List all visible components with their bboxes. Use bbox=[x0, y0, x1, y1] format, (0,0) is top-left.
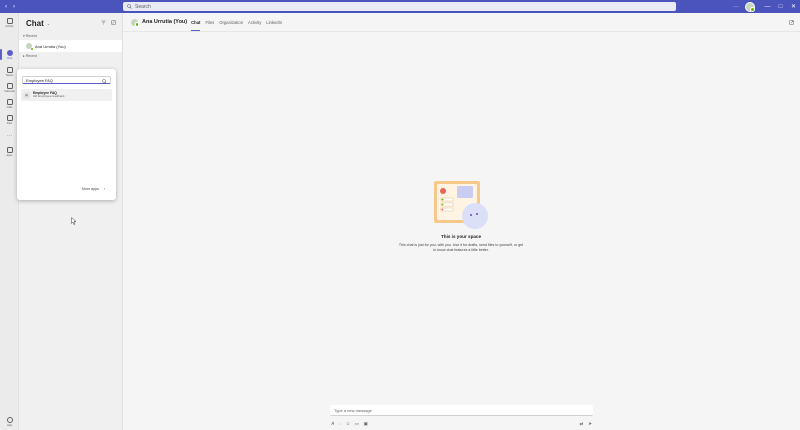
empty-state-title: This is your space bbox=[440, 234, 482, 239]
message-compose-input[interactable]: Type a new message bbox=[330, 405, 593, 416]
more-apps-icon: ··· bbox=[7, 132, 12, 139]
search-icon bbox=[127, 4, 132, 9]
section-recent[interactable]: ▾ Recent bbox=[19, 33, 122, 39]
app-search-input[interactable]: Employee FAQ bbox=[22, 76, 111, 84]
forward-button[interactable]: › bbox=[13, 4, 15, 10]
title-bar: ‹ › Search ··· — □ ✕ bbox=[0, 0, 800, 13]
compose-placeholder: Type a new message bbox=[334, 407, 372, 413]
loop-icon[interactable]: ⇄ bbox=[579, 421, 583, 427]
mouse-cursor-icon bbox=[71, 217, 76, 225]
attach-icon[interactable]: ◌ bbox=[339, 421, 342, 427]
bell-icon bbox=[6, 17, 13, 24]
chat-name: Ana Urrutia (You) bbox=[35, 43, 66, 49]
rail-label: Files bbox=[6, 121, 13, 125]
nav-buttons: ‹ › bbox=[0, 4, 122, 10]
popout-icon[interactable] bbox=[789, 20, 794, 25]
rail-label: Apps bbox=[6, 153, 13, 157]
main-chat-area: Ana Urrutia (You) Chat Files Organizatio… bbox=[123, 13, 800, 430]
apps-grid-icon bbox=[6, 146, 13, 153]
send-icon[interactable]: ➤ bbox=[588, 421, 592, 427]
space-illustration bbox=[434, 181, 488, 229]
chat-header: Ana Urrutia (You) Chat Files Organizatio… bbox=[123, 13, 800, 32]
chevron-down-icon[interactable]: ⌄ bbox=[47, 21, 50, 26]
teams-icon bbox=[6, 66, 13, 73]
chat-title: Chat bbox=[26, 18, 44, 28]
section-label: Recent bbox=[25, 34, 37, 38]
more-options-button[interactable]: ··· bbox=[733, 4, 739, 10]
help-icon bbox=[6, 416, 13, 423]
app-result-subtitle: HR Employee feedback bbox=[33, 94, 65, 99]
tab-files[interactable]: Files bbox=[205, 16, 214, 29]
compose-tools-left: 𝐴 ◌ ☺ ▭ ▣ bbox=[331, 421, 368, 427]
tab-linkedin[interactable]: LinkedIn bbox=[266, 16, 282, 29]
rail-item-help[interactable]: Help bbox=[0, 414, 19, 429]
tab-organization[interactable]: Organization bbox=[219, 16, 243, 29]
search-input[interactable]: Search bbox=[123, 2, 676, 11]
search-placeholder: Search bbox=[135, 3, 151, 10]
new-chat-icon[interactable] bbox=[111, 20, 116, 25]
sticker-icon[interactable]: ▣ bbox=[364, 421, 368, 427]
rail-label: Calendar bbox=[4, 89, 15, 93]
app-search-value: Employee FAQ bbox=[26, 77, 53, 83]
app-icon: ▤ bbox=[23, 91, 30, 99]
calendar-icon bbox=[6, 82, 13, 89]
rail-item-activity[interactable]: Activity bbox=[0, 15, 19, 30]
app-result-text: Employee FAQ HR Employee feedback bbox=[33, 91, 65, 98]
chat-user-name: Ana Urrutia (You) bbox=[142, 19, 188, 25]
section-recent-2[interactable]: ▸ Recent bbox=[19, 53, 122, 59]
filter-icon[interactable] bbox=[101, 20, 106, 25]
phone-icon bbox=[6, 98, 13, 105]
section-label: Recent bbox=[25, 54, 37, 58]
list-item[interactable]: Ana Urrutia (You) bbox=[19, 40, 122, 52]
more-apps-link[interactable]: More apps › bbox=[82, 187, 105, 191]
rail-label: Help bbox=[6, 423, 13, 427]
tab-chat[interactable]: Chat bbox=[191, 16, 201, 31]
profile-avatar[interactable] bbox=[745, 1, 755, 12]
app-search-popup: Employee FAQ ▤ Employee FAQ HR Employee … bbox=[17, 69, 116, 200]
chevron-right-icon: › bbox=[103, 187, 106, 191]
close-button[interactable]: ✕ bbox=[787, 3, 800, 10]
format-icon[interactable]: 𝐴 bbox=[331, 421, 334, 427]
window-controls: ··· — □ ✕ bbox=[733, 0, 800, 13]
avatar bbox=[26, 43, 33, 50]
empty-state-description: This chat is just for you, with you. Use… bbox=[398, 243, 524, 252]
avatar[interactable] bbox=[131, 18, 139, 27]
chat-icon bbox=[6, 49, 13, 56]
back-button[interactable]: ‹ bbox=[5, 4, 7, 10]
rail-label: Activity bbox=[5, 24, 14, 28]
gif-icon[interactable]: ▭ bbox=[355, 421, 359, 427]
rail-label: Teams bbox=[5, 73, 14, 77]
rail-item-chat[interactable]: Chat bbox=[0, 47, 19, 62]
more-apps-label: More apps bbox=[82, 187, 99, 191]
compose-tools-right: ⇄ ➤ bbox=[579, 421, 593, 427]
app-result-item[interactable]: ▤ Employee FAQ HR Employee feedback bbox=[21, 89, 112, 101]
search-icon[interactable] bbox=[102, 78, 107, 84]
minimize-button[interactable]: — bbox=[761, 4, 774, 10]
tab-activity[interactable]: Activity bbox=[248, 16, 261, 29]
chat-tabs: Chat Files Organization Activity LinkedI… bbox=[191, 16, 282, 31]
maximize-button[interactable]: □ bbox=[774, 4, 787, 10]
rail-label: Calls bbox=[6, 105, 13, 109]
emoji-icon[interactable]: ☺ bbox=[346, 421, 351, 427]
chat-list-actions bbox=[101, 20, 116, 25]
compose-toolbar: 𝐴 ◌ ☺ ▭ ▣ ⇄ ➤ bbox=[331, 420, 593, 427]
file-icon bbox=[6, 114, 13, 121]
rail-label: Chat bbox=[6, 56, 13, 60]
